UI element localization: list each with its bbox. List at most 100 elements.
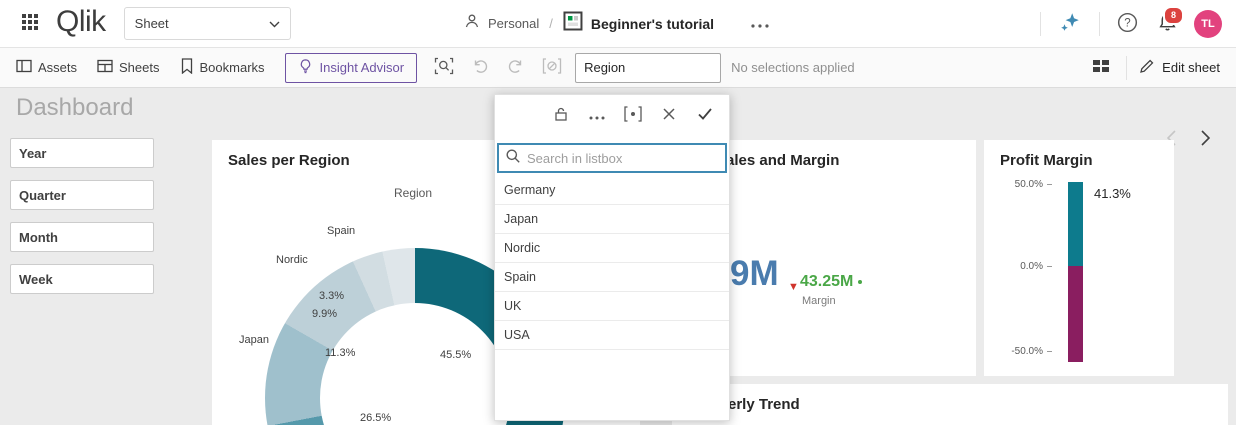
app-title[interactable]: Beginner's tutorial bbox=[591, 16, 714, 32]
top-bar: Qlik Sheet Personal / Beginner's tutoria… bbox=[0, 0, 1236, 48]
lock-icon bbox=[553, 106, 569, 125]
listbox-value-usa[interactable]: USA bbox=[495, 321, 729, 350]
listbox-search bbox=[497, 143, 727, 173]
confirm-selection-button[interactable] bbox=[695, 105, 715, 125]
selection-brackets-icon bbox=[624, 106, 642, 125]
filter-listbox-week[interactable]: Week bbox=[10, 264, 154, 294]
lock-selections-button[interactable] bbox=[551, 105, 571, 125]
kpi-secondary-label: Margin bbox=[802, 295, 836, 307]
filter-listbox-quarter[interactable]: Quarter bbox=[10, 180, 154, 210]
selection-tools bbox=[431, 55, 565, 81]
assets-button[interactable]: Assets bbox=[6, 48, 87, 88]
sheets-icon bbox=[97, 58, 113, 77]
gauge-tick bbox=[1047, 266, 1052, 267]
breadcrumb-owner[interactable]: Personal bbox=[488, 16, 539, 31]
waffle-grid-icon bbox=[22, 14, 38, 33]
gauge-axis-label: 50.0% bbox=[995, 179, 1043, 190]
sheets-button[interactable]: Sheets bbox=[87, 48, 169, 88]
gauge-tick bbox=[1047, 184, 1052, 185]
kpi-trend-down-icon: ▼ bbox=[788, 282, 799, 293]
sales-and-margin-card: Sales and Margin 9M ▼ 43.25M Margin bbox=[700, 140, 976, 376]
donut-pct-label: 45.5% bbox=[440, 349, 471, 361]
app-options-button[interactable] bbox=[748, 12, 772, 36]
edit-sheet-label: Edit sheet bbox=[1162, 60, 1220, 75]
listbox-search-input[interactable] bbox=[527, 151, 719, 166]
quarterly-trend-card: Quarterly Trend bbox=[672, 384, 1228, 425]
bookmark-icon bbox=[180, 58, 194, 77]
next-sheet-button[interactable] bbox=[1194, 127, 1216, 151]
filter-panel: Year Quarter Month Week bbox=[10, 138, 154, 306]
ellipsis-icon bbox=[751, 16, 769, 31]
person-icon bbox=[464, 13, 480, 34]
gauge-value-label: 41.3% bbox=[1094, 186, 1131, 201]
toolbar-right: Edit sheet bbox=[1088, 55, 1236, 81]
assets-panel-icon bbox=[16, 58, 32, 77]
listbox-more-options-button[interactable] bbox=[587, 105, 607, 125]
donut-pct-label: 26.5% bbox=[360, 412, 391, 424]
donut-legend-title: Region bbox=[353, 186, 473, 200]
listbox-value-uk[interactable]: UK bbox=[495, 292, 729, 321]
assets-label: Assets bbox=[38, 60, 77, 75]
listbox-value-spain[interactable]: Spain bbox=[495, 263, 729, 292]
pencil-icon bbox=[1139, 58, 1155, 77]
sheets-label: Sheets bbox=[119, 60, 159, 75]
question-circle-icon: ? bbox=[1117, 12, 1138, 36]
smart-search-button[interactable] bbox=[431, 55, 457, 81]
donut-pct-label: 9.9% bbox=[312, 308, 337, 320]
redo-arrow-icon bbox=[507, 58, 525, 77]
notifications-button[interactable]: 8 bbox=[1154, 11, 1180, 37]
cancel-selection-button[interactable] bbox=[659, 105, 679, 125]
kpi-secondary-value: 43.25M bbox=[800, 274, 853, 290]
gauge-title: Profit Margin bbox=[1000, 152, 1093, 169]
selection-field-region[interactable]: Region bbox=[575, 53, 721, 83]
sheet-selector-dropdown[interactable]: Sheet bbox=[124, 7, 291, 40]
bookmarks-button[interactable]: Bookmarks bbox=[170, 48, 275, 88]
gauge-bar-negative bbox=[1068, 266, 1083, 362]
donut-pct-label: 3.3% bbox=[319, 290, 344, 302]
sheet-grid-view-button[interactable] bbox=[1088, 55, 1114, 81]
svg-text:?: ? bbox=[1124, 17, 1130, 29]
donut-label-nordic: Nordic bbox=[276, 254, 308, 266]
sheet-selector-label: Sheet bbox=[135, 16, 169, 31]
donut-pct-label: 11.3% bbox=[325, 347, 355, 359]
sheet-title: Dashboard bbox=[16, 94, 133, 122]
donut-label-spain: Spain bbox=[327, 225, 355, 237]
ellipsis-icon bbox=[589, 108, 605, 123]
filter-listbox-year[interactable]: Year bbox=[10, 138, 154, 168]
undo-arrow-icon bbox=[471, 58, 489, 77]
chevron-down-icon bbox=[269, 16, 280, 31]
selection-options-button[interactable] bbox=[623, 105, 643, 125]
step-forward-button[interactable] bbox=[503, 55, 529, 81]
help-button[interactable]: ? bbox=[1114, 11, 1140, 37]
clear-selections-button[interactable] bbox=[539, 55, 565, 81]
chevron-right-icon bbox=[1201, 130, 1210, 149]
listbox-value-japan[interactable]: Japan bbox=[495, 205, 729, 234]
insight-advisor-button[interactable]: Insight Advisor bbox=[285, 53, 418, 83]
user-avatar[interactable]: TL bbox=[1194, 10, 1222, 38]
divider bbox=[1040, 12, 1041, 36]
close-icon bbox=[663, 108, 675, 123]
edit-sheet-button[interactable]: Edit sheet bbox=[1139, 58, 1220, 77]
kpi-secondary-dot bbox=[858, 280, 862, 284]
breadcrumb: Personal / Beginner's tutorial bbox=[464, 11, 772, 36]
clear-selections-icon bbox=[542, 58, 562, 77]
sheet-toolbar: Assets Sheets Bookmarks Insight Advisor bbox=[0, 48, 1236, 88]
insight-advisor-label: Insight Advisor bbox=[320, 60, 405, 75]
divider bbox=[1126, 56, 1127, 80]
filter-listbox-month[interactable]: Month bbox=[10, 222, 154, 252]
insight-advisor-chat-button[interactable] bbox=[1055, 9, 1085, 39]
app-launcher-button[interactable] bbox=[16, 10, 44, 38]
listbox-value-germany[interactable]: Germany bbox=[495, 176, 729, 205]
gauge-bar-positive bbox=[1068, 182, 1083, 266]
topbar-actions: ? 8 TL bbox=[1040, 9, 1236, 39]
listbox-popup-toolbar bbox=[495, 95, 729, 135]
step-back-button[interactable] bbox=[467, 55, 493, 81]
check-icon bbox=[698, 108, 712, 123]
donut-label-japan: Japan bbox=[239, 334, 269, 346]
gauge-axis-label: 0.0% bbox=[995, 261, 1043, 272]
kpi-title: Sales and Margin bbox=[716, 152, 839, 169]
search-selections-icon bbox=[434, 57, 454, 78]
listbox-value-nordic[interactable]: Nordic bbox=[495, 234, 729, 263]
app-thumbnail-icon bbox=[563, 11, 583, 36]
gauge-tick bbox=[1047, 351, 1052, 352]
